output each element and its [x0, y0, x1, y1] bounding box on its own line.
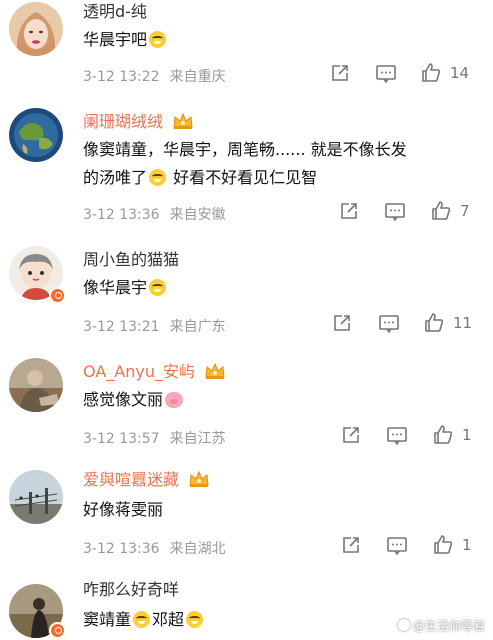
comment-text-part: 的汤唯了: [83, 168, 148, 187]
comment-text: 华晨宇吧: [83, 26, 463, 54]
like-button[interactable]: 1: [433, 535, 472, 555]
comment-icon: [379, 315, 399, 333]
share-icon: [341, 203, 357, 219]
comment-text-content: 像华晨宇: [83, 278, 148, 297]
share-button[interactable]: [331, 64, 349, 82]
like-icon: [422, 63, 441, 82]
watermark-icon: [397, 619, 410, 631]
comment-location: 来自湖北: [169, 541, 226, 557]
share-button[interactable]: [342, 536, 360, 554]
username-text: OA_Anyu_安屿: [83, 362, 195, 381]
comment-text-part: 窦靖童: [83, 610, 132, 629]
username-text: 阑珊瑚绒绒: [83, 112, 164, 131]
comment-text: 好像蒋雯丽: [83, 496, 463, 524]
like-count: 11: [453, 314, 473, 332]
comment-text-line: 像窦靖童，华晨宇，周笔畅...... 就是不像长发: [83, 140, 407, 159]
username[interactable]: 咋那么好奇咩: [83, 580, 179, 600]
comment-location: 来自广东: [169, 319, 226, 335]
comment-text-content: 感觉像文丽: [83, 390, 164, 409]
crown-icon: [173, 112, 193, 129]
laugh-emoji: [149, 31, 167, 48]
comment-date: 3-12 13:36: [83, 541, 160, 557]
laugh-emoji: [133, 611, 151, 628]
like-icon: [434, 535, 453, 554]
comment-meta: 3-12 13:36 来自安徽: [83, 204, 226, 224]
username-text: 爱與喧囂迷藏: [83, 470, 180, 489]
like-button[interactable]: 7: [431, 201, 470, 221]
comment-text-content: 好像蒋雯丽: [83, 500, 164, 519]
share-button[interactable]: [340, 202, 358, 220]
comment-meta: 3-12 13:22 来自重庆: [83, 66, 226, 86]
like-button[interactable]: 11: [424, 313, 472, 333]
comment-text: 感觉像文丽: [83, 386, 463, 414]
comment-location: 来自江苏: [169, 431, 226, 447]
share-icon: [334, 315, 350, 331]
like-icon: [434, 425, 453, 444]
username[interactable]: 爱與喧囂迷藏: [83, 470, 210, 490]
username[interactable]: OA_Anyu_安屿: [83, 362, 226, 382]
share-button[interactable]: [342, 426, 360, 444]
comment-icon: [376, 65, 396, 83]
comment-text: 像华晨宇: [83, 274, 463, 302]
comment-date: 3-12 13:22: [83, 69, 160, 85]
comment-button[interactable]: [379, 315, 399, 333]
watermark-text: @生活你等着: [412, 619, 485, 633]
like-count: 14: [450, 64, 470, 82]
avatar[interactable]: [9, 358, 63, 412]
comment-icon: [385, 203, 405, 221]
username[interactable]: 透明d-纯: [83, 2, 147, 22]
crown-icon: [189, 470, 209, 487]
verified-badge: [49, 622, 66, 639]
share-icon: [332, 65, 348, 81]
comment-date: 3-12 13:57: [83, 431, 160, 447]
like-icon: [432, 201, 451, 220]
like-button[interactable]: 1: [433, 425, 472, 445]
laugh-emoji: [149, 279, 167, 296]
like-count: 1: [462, 536, 472, 554]
share-icon: [343, 537, 359, 553]
comment-icon: [387, 427, 407, 445]
like-count: 7: [460, 202, 470, 220]
share-button[interactable]: [333, 314, 351, 332]
like-count: 1: [462, 426, 472, 444]
comment-date: 3-12 13:36: [83, 207, 160, 223]
comment-text-part: 邓超: [152, 610, 185, 629]
comment-button[interactable]: [387, 537, 407, 555]
crown-icon: [205, 362, 225, 379]
comment-meta: 3-12 13:57 来自江苏: [83, 428, 226, 448]
comment-meta: 3-12 13:36 来自湖北: [83, 538, 226, 558]
avatar[interactable]: [9, 108, 63, 162]
comment-button[interactable]: [387, 427, 407, 445]
like-button[interactable]: 14: [421, 63, 469, 83]
comment-button[interactable]: [385, 203, 405, 221]
comment-text-line: 的汤唯了 好看不好看见仁见智: [83, 164, 463, 192]
comment-button[interactable]: [376, 65, 396, 83]
comment-date: 3-12 13:21: [83, 319, 160, 335]
comment-text: 像窦靖童，华晨宇，周笔畅...... 就是不像长发 的汤唯了 好看不好看见仁见智: [83, 136, 463, 192]
avatar[interactable]: [9, 2, 63, 56]
comment-location: 来自安徽: [169, 207, 226, 223]
laugh-emoji: [149, 169, 167, 186]
laugh-emoji: [186, 611, 204, 628]
pig-emoji: [165, 392, 184, 408]
username[interactable]: 阑珊瑚绒绒: [83, 112, 194, 132]
comment-meta: 3-12 13:21 来自广东: [83, 316, 226, 336]
comment-text-part: 好看不好看见仁见智: [173, 168, 318, 187]
comment-location: 来自重庆: [169, 69, 226, 85]
comment-icon: [387, 537, 407, 555]
comment-text-content: 华晨宇吧: [83, 30, 148, 49]
like-icon: [425, 313, 444, 332]
avatar[interactable]: [9, 470, 63, 524]
watermark: @生活你等着: [397, 617, 485, 634]
verified-badge: [49, 287, 66, 304]
share-icon: [343, 427, 359, 443]
username[interactable]: 周小鱼的猫猫: [83, 250, 179, 270]
